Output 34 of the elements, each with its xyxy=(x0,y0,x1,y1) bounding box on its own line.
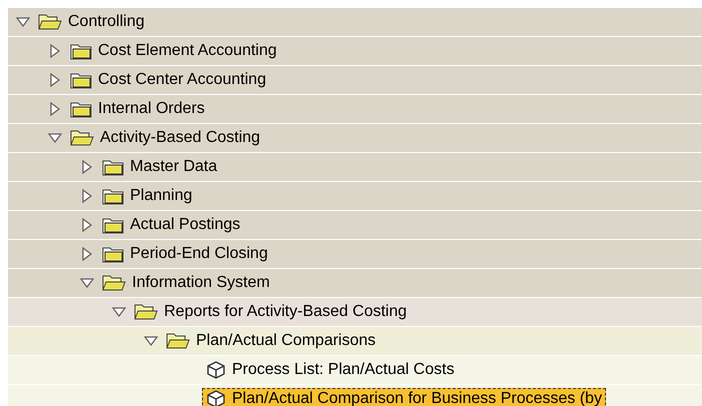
tree-item[interactable]: Information System xyxy=(98,272,274,294)
folder-icon xyxy=(70,100,92,118)
tree-item[interactable]: Internal Orders xyxy=(66,98,209,120)
folder-icon xyxy=(102,158,124,176)
cube-icon xyxy=(206,390,226,406)
expand-triangle-icon[interactable] xyxy=(82,189,92,203)
tree-item[interactable]: Master Data xyxy=(98,156,222,178)
expand-triangle-icon[interactable] xyxy=(82,247,92,261)
tree-item[interactable]: Plan/Actual Comparison for Business Processes (by xyxy=(202,388,606,406)
open-folder-icon xyxy=(38,13,62,31)
tree-item[interactable]: Actual Postings xyxy=(98,214,244,236)
tree-item[interactable]: Period-End Closing xyxy=(98,243,272,265)
open-folder-icon xyxy=(166,332,190,350)
expand-triangle-icon[interactable] xyxy=(82,160,92,174)
open-folder-icon xyxy=(102,274,126,292)
folder-icon xyxy=(102,216,124,234)
expand-triangle-icon[interactable] xyxy=(50,73,60,87)
folder-icon xyxy=(102,246,124,262)
collapse-triangle-icon[interactable] xyxy=(80,278,94,288)
tree-item[interactable]: Planning xyxy=(98,185,196,207)
collapse-triangle-icon[interactable] xyxy=(144,336,158,346)
open-folder-icon xyxy=(70,129,94,147)
folder-icon xyxy=(70,42,92,60)
collapse-triangle-icon[interactable] xyxy=(48,133,62,143)
collapse-triangle-icon[interactable] xyxy=(112,307,126,317)
folder-icon xyxy=(102,188,124,204)
folder-icon xyxy=(70,72,92,88)
cube-icon xyxy=(206,361,226,379)
expand-triangle-icon[interactable] xyxy=(82,218,92,232)
expand-triangle-icon[interactable] xyxy=(50,102,60,116)
tree-item[interactable]: Controlling xyxy=(34,11,148,33)
expand-triangle-icon[interactable] xyxy=(50,44,60,58)
collapse-triangle-icon[interactable] xyxy=(16,17,30,27)
open-folder-icon xyxy=(134,303,158,321)
